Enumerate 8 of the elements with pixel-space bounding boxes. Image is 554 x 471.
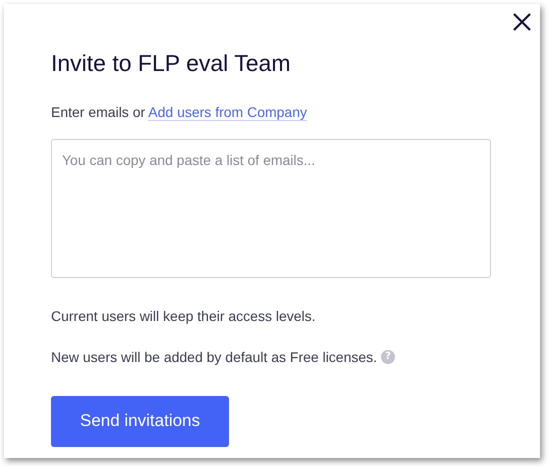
add-users-link[interactable]: Add users from Company [148, 104, 307, 121]
close-icon[interactable] [512, 12, 532, 32]
emails-field[interactable]: You can copy and paste a list of emails... [51, 138, 491, 278]
note-text: New users will be added by default as Free licenses. [51, 348, 378, 367]
dialog-title: Invite to FLP eval Team [51, 50, 292, 78]
intro-text: Enter emails or Add users from Company [51, 102, 308, 123]
note-text: Current users will keep their access levels. [51, 306, 316, 326]
send-invitations-button[interactable]: Send invitations [51, 396, 229, 447]
